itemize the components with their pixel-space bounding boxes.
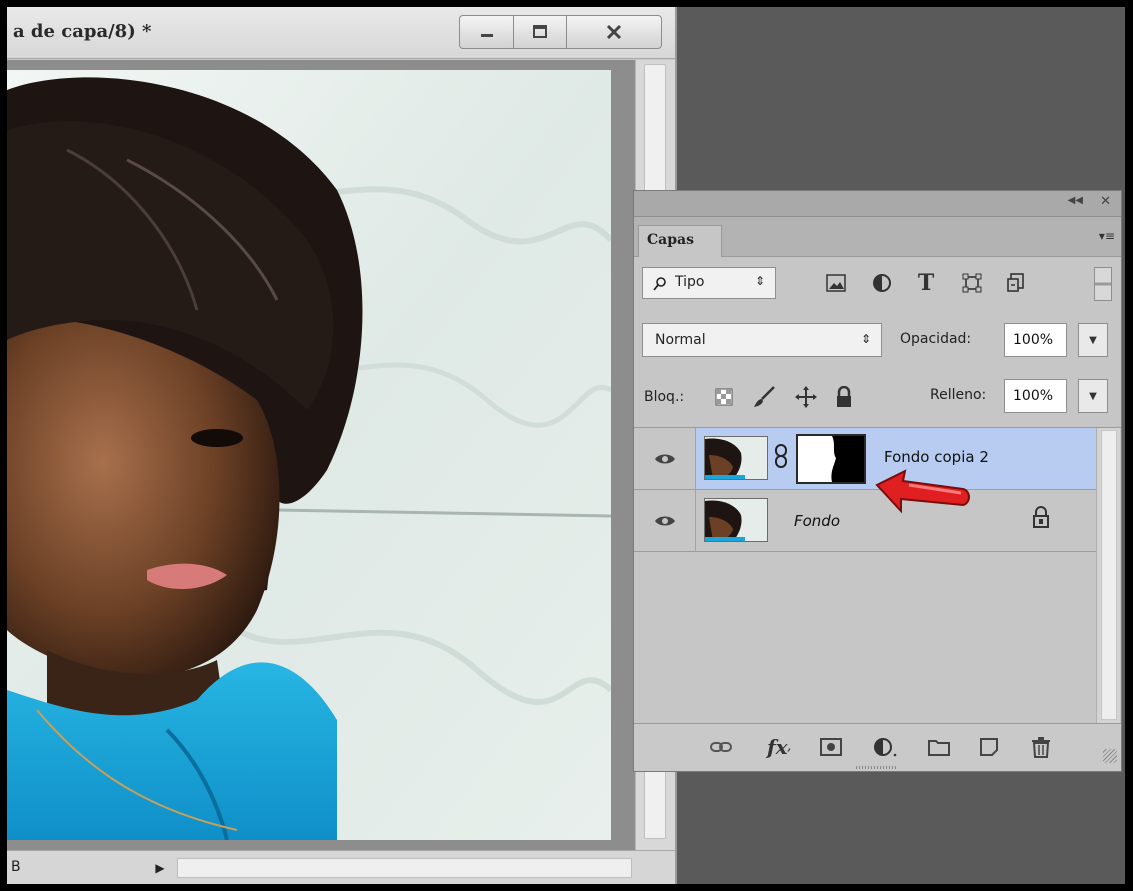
layers-panel-footer: fx, xyxy=(634,723,1121,771)
layer-thumbnail[interactable] xyxy=(704,436,768,480)
panel-header-bar[interactable]: ◀◀ ✕ xyxy=(634,191,1121,217)
blend-mode-select[interactable]: Normal ⇕ xyxy=(642,323,882,357)
layer-thumbnail[interactable] xyxy=(704,498,768,542)
image-filter-icon[interactable] xyxy=(824,271,848,295)
lock-image-pixels-icon[interactable] xyxy=(750,383,778,411)
status-menu-arrow-icon[interactable]: ▶ xyxy=(149,857,171,879)
document-titlebar[interactable]: a de capa/8) * xyxy=(7,7,675,59)
fx-icon[interactable]: fx, xyxy=(764,734,794,760)
smart-object-filter-icon[interactable] xyxy=(1004,271,1028,295)
photoshop-workspace: a de capa/8) * B ▶ ◀◀ ✕ Capas ▾≡ Tipo ⇕ … xyxy=(7,7,1125,884)
type-filter-icon[interactable]: T xyxy=(914,270,938,296)
shape-filter-icon[interactable] xyxy=(960,271,984,295)
scroll-thumb[interactable] xyxy=(1101,430,1117,720)
updown-chevron-icon: ⇕ xyxy=(860,332,871,346)
lock-all-icon[interactable] xyxy=(830,383,858,411)
layer-mask-thumbnail[interactable] xyxy=(796,434,866,484)
filter-toggle-switch[interactable] xyxy=(1094,267,1112,301)
new-group-icon[interactable] xyxy=(924,734,954,760)
eye-icon xyxy=(654,516,675,525)
layer-row-fondo[interactable]: Fondo xyxy=(634,490,1096,552)
horizontal-scrollbar[interactable] xyxy=(177,858,632,878)
layer-lock-icon xyxy=(1032,506,1056,534)
collapse-panel-icon[interactable]: ◀◀ xyxy=(1068,195,1083,206)
layer-list-scrollbar[interactable] xyxy=(1096,428,1120,724)
document-window: a de capa/8) * B ▶ xyxy=(7,7,677,884)
layer-name[interactable]: Fondo xyxy=(794,512,840,530)
fill-input[interactable]: 100% xyxy=(1004,379,1067,413)
photo-image xyxy=(7,70,611,840)
close-icon xyxy=(606,24,622,40)
trash-icon[interactable] xyxy=(1026,734,1056,760)
panel-resize-grip[interactable] xyxy=(856,766,898,769)
panel-tab-row: Capas ▾≡ xyxy=(634,217,1121,257)
status-bar: B ▶ xyxy=(7,850,675,884)
tab-capas[interactable]: Capas xyxy=(638,225,722,257)
panel-menu-icon[interactable]: ▾≡ xyxy=(1099,229,1115,243)
new-layer-icon[interactable] xyxy=(974,734,1004,760)
document-canvas[interactable] xyxy=(7,60,635,850)
visibility-toggle[interactable] xyxy=(634,428,696,489)
layer-name[interactable]: Fondo copia 2 xyxy=(884,448,989,466)
layer-row-fondo-copia-2[interactable]: Fondo copia 2 xyxy=(634,428,1096,490)
opacity-dropdown-icon[interactable]: ▼ xyxy=(1078,323,1108,357)
blend-mode-value: Normal xyxy=(655,332,706,348)
minimize-button[interactable] xyxy=(459,15,514,49)
updown-chevron-icon: ⇕ xyxy=(754,274,765,288)
lock-position-icon[interactable] xyxy=(792,383,820,411)
chain-link-icon[interactable] xyxy=(774,444,790,470)
maximize-icon xyxy=(533,25,547,38)
filter-type-label: Tipo xyxy=(675,274,705,290)
adjustment-filter-icon[interactable] xyxy=(870,271,894,295)
panel-close-icon[interactable]: ✕ xyxy=(1100,194,1111,209)
opacity-label: Opacidad: xyxy=(900,331,972,347)
photo-girl-portrait xyxy=(7,70,611,840)
eye-icon xyxy=(654,454,675,463)
lock-transparent-pixels-icon[interactable] xyxy=(710,383,738,411)
fill-label: Relleno: xyxy=(930,387,987,403)
visibility-toggle[interactable] xyxy=(634,490,696,551)
layer-filter-select[interactable]: Tipo ⇕ xyxy=(642,267,776,299)
maximize-button[interactable] xyxy=(513,15,567,49)
document-title: a de capa/8) * xyxy=(13,21,152,42)
lock-label: Bloq.: xyxy=(644,389,685,405)
add-mask-icon[interactable] xyxy=(816,734,846,760)
adjustment-layer-icon[interactable] xyxy=(870,734,900,760)
minimize-icon xyxy=(480,34,493,37)
red-arrow-annotation xyxy=(875,469,970,514)
close-button[interactable] xyxy=(566,15,662,49)
resize-corner-grip[interactable] xyxy=(1103,749,1117,763)
search-icon xyxy=(653,277,666,291)
fill-dropdown-icon[interactable]: ▼ xyxy=(1078,379,1108,413)
opacity-input[interactable]: 100% xyxy=(1004,323,1067,357)
link-layers-icon[interactable] xyxy=(706,734,736,760)
status-text: B xyxy=(11,859,21,875)
